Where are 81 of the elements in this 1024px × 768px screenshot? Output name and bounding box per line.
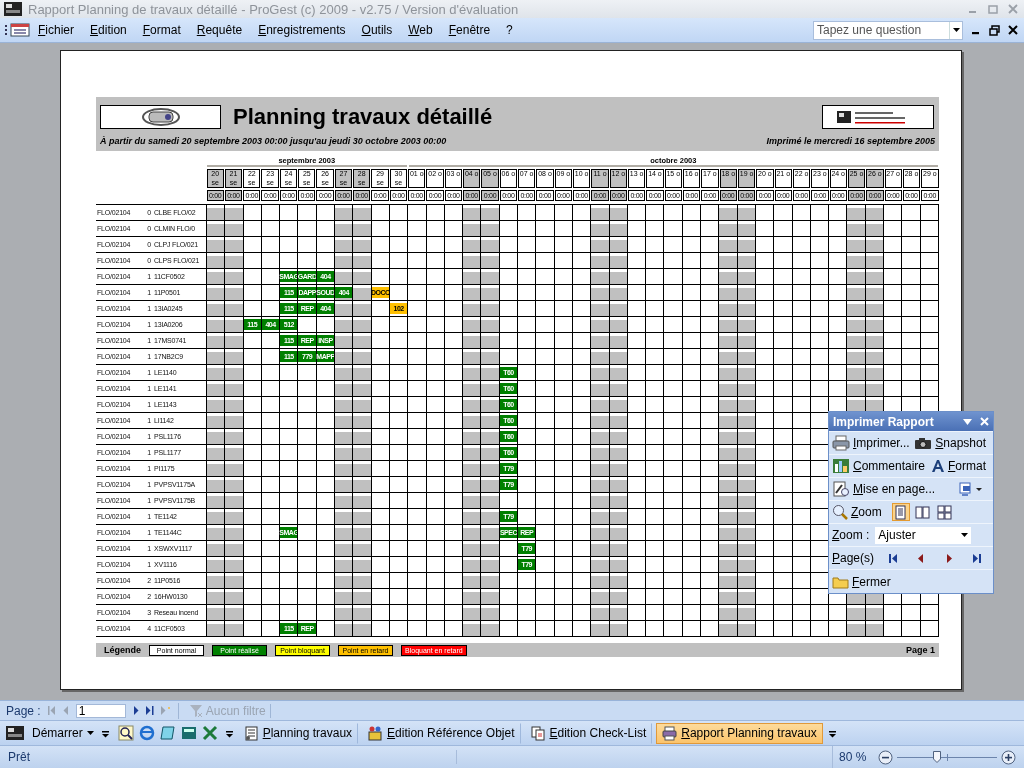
panel-title: Imprimer Rapport: [833, 414, 935, 429]
filter-icon: [189, 704, 202, 717]
task-button[interactable]: Planning travaux: [237, 722, 359, 744]
form-icon: [243, 725, 259, 741]
export-icon[interactable]: [958, 482, 984, 496]
task-button[interactable]: Edition Référence Objet: [362, 722, 521, 744]
last-page-icon[interactable]: [972, 552, 983, 564]
chart-note-icon[interactable]: [832, 458, 850, 474]
close-button[interactable]: Fermer: [832, 574, 891, 589]
page-label: Page :: [6, 703, 41, 718]
search-field[interactable]: Tapez une question: [813, 20, 963, 40]
view-button[interactable]: [913, 503, 932, 521]
start-menu-button[interactable]: Démarrer: [28, 726, 98, 740]
browser-icon[interactable]: [138, 725, 155, 741]
form-window-icon[interactable]: [10, 23, 30, 37]
last-record-icon[interactable]: [145, 706, 154, 715]
menu-item[interactable]: Format: [134, 21, 189, 39]
status-text: Prêt: [8, 750, 458, 764]
printer-icon: [662, 725, 678, 741]
caret-icon: [86, 731, 94, 735]
font-icon[interactable]: [930, 459, 945, 473]
close-icon[interactable]: [1008, 25, 1018, 35]
magnifier-icon: [832, 504, 848, 520]
objects-icon: [368, 725, 384, 741]
magnifier-icon[interactable]: [117, 725, 134, 741]
two-pages-icon: [915, 504, 931, 520]
menu-item[interactable]: Web: [400, 21, 441, 39]
calculator-icon[interactable]: [180, 725, 197, 741]
comment-button[interactable]: Commentaire: [832, 458, 926, 474]
setup-button[interactable]: Mise en page...: [832, 481, 936, 497]
menu-item[interactable]: Edition: [82, 21, 135, 39]
zoom-slider[interactable]: [897, 750, 997, 764]
first-page-icon[interactable]: [888, 552, 899, 564]
legend-title: Légende: [104, 645, 141, 655]
window-title: Rapport Planning de travaux détaillé - ProGest (c) 2009 - v2.75 / Version d'évaluation: [28, 1, 520, 17]
report-title: Planning travaux détaillé: [233, 104, 494, 130]
one-page-icon: [893, 504, 909, 520]
task-button[interactable]: Edition Check-List: [524, 722, 653, 744]
spreadsheet-icon[interactable]: [201, 725, 218, 741]
pages-label: Page(s): [832, 551, 875, 565]
overflow-icon[interactable]: [225, 728, 234, 738]
overflow-icon[interactable]: [101, 728, 110, 738]
four-pages-icon: [937, 504, 953, 520]
view-button[interactable]: [935, 503, 954, 521]
app-icon: [4, 2, 22, 16]
dropdown-arrow-icon[interactable]: [952, 28, 960, 32]
overflow-icon[interactable]: [828, 728, 837, 738]
zoom-in-icon[interactable]: [1001, 749, 1016, 765]
page-number: Page 1: [905, 645, 935, 655]
camera-icon[interactable]: [914, 436, 933, 450]
restore-icon[interactable]: [989, 24, 1000, 36]
documents-icon: [530, 725, 546, 741]
zoom-label: Zoom :: [832, 528, 870, 542]
menu-item[interactable]: Enregistrements: [250, 21, 354, 39]
menu-item[interactable]: Requête: [188, 21, 251, 39]
slider-thumb[interactable]: [933, 751, 941, 763]
next-page-icon[interactable]: [944, 552, 955, 564]
folder-icon: [832, 574, 849, 589]
print-date-text: Imprimé le mercredi 16 septembre 2005: [766, 136, 935, 146]
app-icon[interactable]: [6, 726, 24, 740]
font-button[interactable]: Format: [930, 459, 986, 473]
menu-item[interactable]: ?: [498, 21, 521, 39]
print-button[interactable]: Imprimer...: [832, 435, 910, 451]
zoom-out-icon[interactable]: [878, 749, 893, 765]
dropdown-arrow-icon: [961, 533, 969, 537]
task-button[interactable]: Rapport Planning travaux: [656, 722, 823, 744]
next-record-icon[interactable]: [132, 706, 139, 715]
menu-item[interactable]: Outils: [353, 21, 401, 39]
menu-item[interactable]: Fenêtre: [440, 21, 499, 39]
date-range-text: À partir du samedi 20 septembre 2003 00:00 jusqu'au jeudi 30 octobre 2003 00:00: [100, 136, 447, 146]
view-button[interactable]: [891, 503, 910, 521]
page-number-field[interactable]: 1: [75, 703, 126, 718]
menu-item[interactable]: Fichier: [30, 21, 83, 39]
notepad-icon[interactable]: [159, 725, 176, 741]
zoom-select[interactable]: Ajuster: [875, 526, 972, 544]
grip-icon: [4, 24, 10, 36]
camera-button[interactable]: Snapshot: [914, 436, 986, 450]
printer-icon[interactable]: [832, 435, 850, 451]
zoom-button[interactable]: Zoom: [832, 504, 882, 520]
zoom-percent: 80 %: [839, 750, 868, 764]
page-setup-icon[interactable]: [832, 481, 850, 497]
